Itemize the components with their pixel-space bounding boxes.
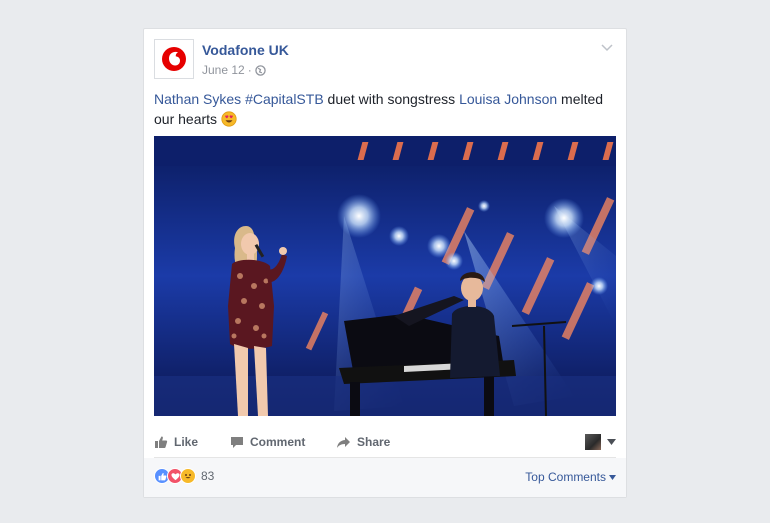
concert-photo bbox=[154, 136, 616, 416]
wow-reaction-icon bbox=[180, 468, 196, 484]
post-card: Vodafone UK June 12 · Nathan Sykes #Capi… bbox=[143, 28, 627, 498]
user-avatar-thumbnail bbox=[585, 434, 601, 450]
date-separator: · bbox=[247, 63, 252, 77]
post-actions: Like Comment Share bbox=[154, 427, 616, 457]
comment-icon bbox=[231, 436, 243, 448]
caret-down-icon bbox=[607, 439, 616, 445]
page-name-link[interactable]: Vodafone UK bbox=[202, 42, 289, 58]
heart-eyes-emoji-icon bbox=[221, 111, 237, 127]
globe-icon bbox=[254, 64, 266, 76]
post-header: Vodafone UK June 12 · bbox=[154, 39, 616, 83]
thumbs-up-icon bbox=[155, 436, 168, 448]
reactions-summary[interactable]: 83 bbox=[154, 468, 214, 484]
mention-louisa-johnson[interactable]: Louisa Johnson bbox=[459, 91, 557, 107]
post-meta: June 12 · bbox=[202, 63, 266, 77]
comment-button[interactable]: Comment bbox=[230, 427, 305, 457]
share-label: Share bbox=[357, 435, 391, 449]
share-arrow-icon bbox=[337, 436, 350, 448]
reaction-count: 83 bbox=[201, 469, 215, 483]
share-as-selector[interactable] bbox=[585, 427, 616, 457]
share-button[interactable]: Share bbox=[336, 427, 390, 457]
post-date[interactable]: June 12 bbox=[202, 63, 245, 77]
vodafone-logo-icon bbox=[162, 47, 186, 71]
like-button[interactable]: Like bbox=[154, 427, 198, 457]
post-footer: 83 Top Comments bbox=[144, 458, 626, 497]
page-avatar[interactable] bbox=[154, 39, 194, 79]
top-comments-dropdown[interactable]: Top Comments bbox=[525, 470, 616, 484]
post-options-chevron-icon[interactable] bbox=[600, 41, 614, 55]
post-text-middle: duet with songstress bbox=[323, 91, 460, 107]
like-label: Like bbox=[174, 435, 199, 449]
mention-nathan-sykes[interactable]: Nathan Sykes bbox=[154, 91, 241, 107]
top-comments-label: Top Comments bbox=[525, 470, 606, 484]
caret-down-icon bbox=[609, 474, 616, 480]
hashtag-link[interactable]: #CapitalSTB bbox=[245, 91, 324, 107]
post-text: Nathan Sykes #CapitalSTB duet with songs… bbox=[154, 89, 619, 129]
comment-label: Comment bbox=[250, 435, 306, 449]
post-photo[interactable] bbox=[154, 136, 616, 416]
